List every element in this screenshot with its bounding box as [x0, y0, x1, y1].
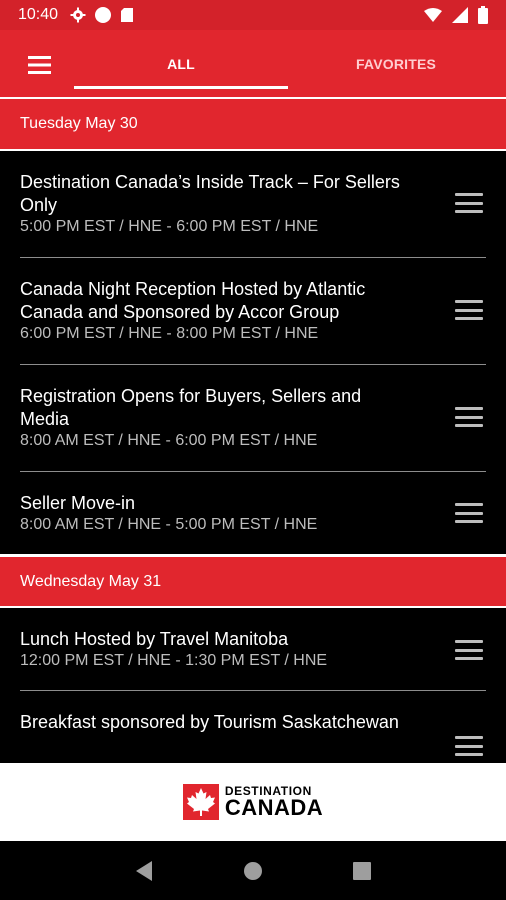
recents-button[interactable]: [342, 851, 382, 891]
tab-favorites[interactable]: FAVORITES: [290, 30, 502, 98]
back-button[interactable]: [124, 851, 164, 891]
logo-line2: CANADA: [224, 795, 324, 820]
system-nav-bar: [0, 841, 506, 900]
event-title: Canada Night Reception Hosted by Atlanti…: [20, 279, 366, 322]
back-icon: [136, 860, 153, 881]
event-time: 8:00 AM EST / HNE - 5:00 PM EST / HNE: [20, 516, 318, 533]
battery-icon: [478, 6, 488, 24]
event-row[interactable]: Lunch Hosted by Travel Manitoba 12:00 PM…: [20, 608, 486, 691]
event-time: 12:00 PM EST / HNE - 1:30 PM EST / HNE: [20, 652, 328, 669]
home-icon: [243, 861, 262, 880]
maple-leaf-icon: [182, 784, 219, 820]
drag-handle-icon[interactable]: [455, 640, 483, 660]
drag-handle-icon[interactable]: [455, 300, 483, 320]
status-time: 10:40: [18, 6, 59, 23]
hamburger-icon: [28, 56, 51, 74]
event-row[interactable]: Registration Opens for Buyers, Sellers a…: [20, 365, 486, 472]
event-title: Registration Opens for Buyers, Sellers a…: [20, 386, 362, 429]
footer: DESTINATION CANADA: [0, 763, 506, 841]
hamburger-menu-button[interactable]: [20, 52, 60, 78]
destination-canada-logo: DESTINATION CANADA: [182, 784, 323, 820]
event-row[interactable]: Canada Night Reception Hosted by Atlanti…: [20, 258, 486, 365]
tab-indicator: [74, 86, 288, 89]
sd-card-icon: [120, 7, 134, 23]
drag-handle-icon[interactable]: [455, 503, 483, 523]
logo-text: DESTINATION CANADA: [225, 785, 323, 819]
recents-icon: [352, 861, 371, 880]
schedule-list[interactable]: Tuesday May 30 Destination Canada’s Insi…: [0, 99, 506, 763]
day-header: Tuesday May 30: [0, 99, 506, 151]
event-title: Destination Canada’s Inside Track – For …: [20, 172, 400, 215]
event-title: Breakfast sponsored by Tourism Saskatche…: [20, 712, 399, 732]
event-row[interactable]: Breakfast sponsored by Tourism Saskatche…: [20, 691, 486, 763]
wifi-icon: [424, 8, 442, 22]
day-header: Wednesday May 31: [0, 554, 506, 608]
drag-handle-icon[interactable]: [455, 736, 483, 756]
status-icons-left: [70, 6, 134, 24]
gear-icon: [70, 7, 86, 23]
drag-handle-icon[interactable]: [455, 407, 483, 427]
circle-icon: [94, 6, 112, 24]
signal-icon: [452, 7, 468, 23]
event-row[interactable]: Seller Move-in 8:00 AM EST / HNE - 5:00 …: [20, 472, 486, 554]
event-title: Seller Move-in: [20, 493, 136, 513]
event-time: 5:00 PM EST / HNE - 6:00 PM EST / HNE: [20, 218, 319, 235]
event-row[interactable]: Destination Canada’s Inside Track – For …: [20, 151, 486, 258]
home-button[interactable]: [233, 851, 273, 891]
event-title: Lunch Hosted by Travel Manitoba: [20, 629, 289, 649]
drag-handle-icon[interactable]: [455, 193, 483, 213]
status-icons-right: [424, 6, 488, 24]
status-bar: 10:40: [0, 0, 506, 30]
event-time: 6:00 PM EST / HNE - 8:00 PM EST / HNE: [20, 325, 319, 342]
event-time: 8:00 AM EST / HNE - 6:00 PM EST / HNE: [20, 432, 318, 449]
